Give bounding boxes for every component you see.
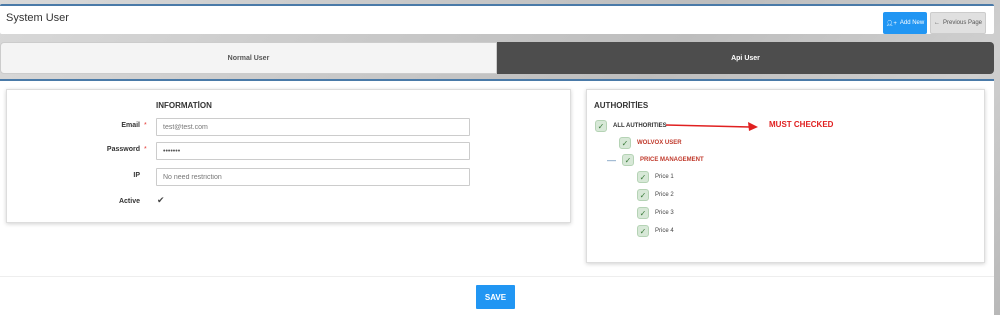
active-checkbox[interactable]: ✔ <box>157 195 165 206</box>
tree-item-price-management[interactable]: — ✓ PRICE MANAGEMENT <box>607 154 704 166</box>
password-row: Password * <box>7 142 572 160</box>
ip-field[interactable] <box>156 168 470 186</box>
add-new-button[interactable]: 👤︎+ Add New <box>883 12 927 34</box>
previous-page-label: Previous Page <box>942 20 983 26</box>
tree-item-label: Price 1 <box>655 174 674 180</box>
check-icon[interactable]: ✓ <box>637 171 649 183</box>
tree-item-label: PRICE MANAGEMENT <box>640 157 704 163</box>
tab-normal-user[interactable]: Normal User <box>0 42 497 74</box>
email-label: Email <box>121 122 140 129</box>
page-header: System User 👤︎+ Add New ← Previous Page <box>0 4 994 34</box>
email-required-mark: * <box>144 122 147 129</box>
tree-item-price-2[interactable]: ✓ Price 2 <box>637 189 674 201</box>
main-content: INFORMATİON Email * Password * IP Active… <box>0 79 994 315</box>
tree-item-all-authorities[interactable]: ✓ ALL AUTHORITIES <box>595 120 667 132</box>
password-field[interactable] <box>156 142 470 160</box>
ip-row: IP <box>7 168 572 186</box>
must-checked-annotation: MUST CHECKED <box>769 120 834 129</box>
tree-item-label: Price 4 <box>655 228 674 234</box>
save-button[interactable]: SAVE <box>476 285 515 309</box>
previous-page-button[interactable]: ← Previous Page <box>930 12 986 34</box>
arrow-right-icon <box>666 122 758 131</box>
information-heading: INFORMATİON <box>156 101 212 110</box>
information-panel: INFORMATİON Email * Password * IP Active… <box>6 89 571 223</box>
password-required-mark: * <box>144 146 147 153</box>
authorities-heading: AUTHORİTİES <box>594 101 649 110</box>
footer-divider <box>0 276 994 277</box>
ip-label: IP <box>133 172 140 179</box>
tree-item-label: Price 3 <box>655 210 674 216</box>
authorities-panel: AUTHORİTİES ✓ ALL AUTHORITIES MUST CHECK… <box>586 89 985 263</box>
password-label: Password <box>106 146 140 153</box>
tree-item-label: ALL AUTHORITIES <box>613 123 667 129</box>
check-icon[interactable]: ✓ <box>622 154 634 166</box>
tree-item-label: WOLVOX USER <box>637 140 682 146</box>
tab-api-user[interactable]: Api User <box>497 42 994 74</box>
check-icon[interactable]: ✓ <box>637 207 649 219</box>
active-row: Active ✔ <box>7 194 572 212</box>
user-type-tabs: Normal User Api User <box>0 42 994 74</box>
tree-item-price-3[interactable]: ✓ Price 3 <box>637 207 674 219</box>
check-icon[interactable]: ✓ <box>619 137 631 149</box>
tree-item-wolvox-user[interactable]: ✓ WOLVOX USER <box>619 137 682 149</box>
tree-item-price-4[interactable]: ✓ Price 4 <box>637 225 674 237</box>
check-icon[interactable]: ✓ <box>637 189 649 201</box>
tree-item-label: Price 2 <box>655 192 674 198</box>
check-icon[interactable]: ✓ <box>595 120 607 132</box>
active-label: Active <box>118 198 140 205</box>
collapse-icon[interactable]: — <box>607 155 616 165</box>
add-new-label: Add New <box>899 20 925 26</box>
email-row: Email * <box>7 118 572 136</box>
add-user-icon: 👤︎+ <box>885 20 897 27</box>
email-field[interactable] <box>156 118 470 136</box>
arrow-left-icon: ← <box>933 20 940 26</box>
page-title: System User <box>6 12 69 24</box>
tree-item-price-1[interactable]: ✓ Price 1 <box>637 171 674 183</box>
check-icon[interactable]: ✓ <box>637 225 649 237</box>
